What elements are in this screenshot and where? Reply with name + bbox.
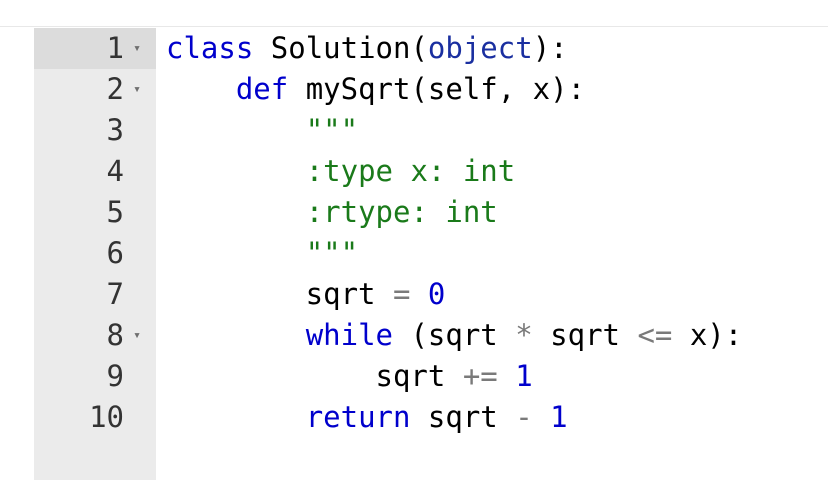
code-token: = bbox=[392, 277, 411, 311]
code-line[interactable]: :rtype: int bbox=[166, 192, 826, 233]
code-token: 1 bbox=[550, 400, 568, 434]
code-line[interactable]: def mySqrt(self, x): bbox=[166, 69, 826, 110]
code-line[interactable]: sqrt += 1 bbox=[166, 356, 826, 397]
code-token: += bbox=[462, 359, 498, 393]
line-number: 6 bbox=[106, 236, 124, 270]
line-number: 4 bbox=[106, 154, 124, 188]
code-token: 1 bbox=[515, 359, 533, 393]
code-line[interactable]: sqrt = 0 bbox=[166, 274, 826, 315]
fold-chevron-icon[interactable]: ▾ bbox=[130, 315, 144, 356]
code-token: x): bbox=[672, 318, 743, 352]
code-token: while bbox=[305, 318, 393, 352]
code-token: """ bbox=[305, 113, 359, 147]
code-token: * bbox=[515, 318, 533, 352]
code-editor[interactable]: 1 ▾ class Solution(object): 2 ▾ def mySqrt(s… bbox=[0, 0, 828, 480]
code-line[interactable]: class Solution(object): bbox=[166, 28, 826, 69]
code-token: :rtype: int bbox=[305, 195, 498, 229]
line-number: 1 bbox=[106, 31, 124, 65]
code-token: sqrt bbox=[532, 318, 638, 352]
code-token: """ bbox=[305, 236, 359, 270]
line-number: 3 bbox=[106, 113, 124, 147]
code-line[interactable]: return sqrt - 1 bbox=[166, 397, 826, 438]
code-line[interactable]: while (sqrt * sqrt <= x): bbox=[166, 315, 826, 356]
code-token: :type x: int bbox=[305, 154, 516, 188]
code-token: def bbox=[235, 72, 289, 106]
code-line[interactable]: """ bbox=[166, 110, 826, 151]
editor-top-border bbox=[0, 26, 828, 27]
line-number: 9 bbox=[106, 359, 124, 393]
line-number: 8 bbox=[106, 318, 124, 352]
code-token: return bbox=[305, 400, 411, 434]
code-line[interactable]: :type x: int bbox=[166, 151, 826, 192]
code-token: (sqrt bbox=[393, 318, 516, 352]
code-token: sqrt bbox=[410, 400, 516, 434]
code-token: 0 bbox=[427, 277, 446, 311]
line-number: 2 bbox=[106, 72, 124, 106]
code-token: <= bbox=[637, 318, 673, 352]
code-token: - bbox=[515, 400, 533, 434]
line-number: 10 bbox=[89, 400, 124, 434]
code-token: sqrt bbox=[166, 277, 393, 311]
code-token: sqrt bbox=[166, 359, 463, 393]
code-token: mySqrt(self, x): bbox=[288, 72, 586, 106]
code-token: ): bbox=[532, 31, 568, 65]
line-number: 5 bbox=[106, 195, 124, 229]
code-token: class bbox=[166, 31, 254, 65]
fold-chevron-icon[interactable]: ▾ bbox=[130, 28, 144, 69]
code-line[interactable]: """ bbox=[166, 233, 826, 274]
fold-chevron-icon[interactable]: ▾ bbox=[130, 69, 144, 110]
code-token: Solution( bbox=[253, 31, 428, 65]
line-number: 7 bbox=[106, 277, 124, 311]
code-token: object bbox=[427, 31, 533, 65]
